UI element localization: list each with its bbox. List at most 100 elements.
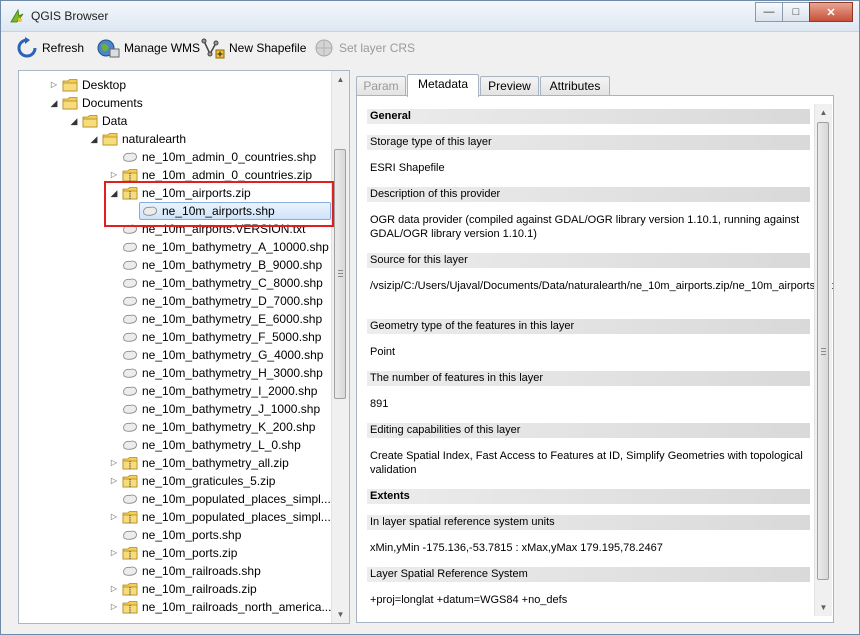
maximize-button[interactable]: □ xyxy=(782,2,810,22)
tree-item[interactable]: ▷ ne_10m_bathymetry_all.zip xyxy=(19,454,331,472)
maximize-icon: □ xyxy=(792,6,800,18)
tree-item[interactable]: ne_10m_bathymetry_J_1000.shp xyxy=(19,400,331,418)
tree-scrollbar[interactable]: ▲ ▼ xyxy=(331,71,349,623)
tree-item[interactable]: ne_10m_bathymetry_G_4000.shp xyxy=(19,346,331,364)
tree-item[interactable]: ne_10m_bathymetry_E_6000.shp xyxy=(19,310,331,328)
title-bar: QGIS Browser — □ ✕ xyxy=(1,1,859,32)
tree-item[interactable]: ◢ Documents xyxy=(19,94,331,112)
expanded-arrow-icon[interactable]: ◢ xyxy=(89,134,99,144)
tree-item[interactable]: ne_10m_bathymetry_I_2000.shp xyxy=(19,382,331,400)
scroll-up-icon[interactable]: ▲ xyxy=(815,104,832,121)
scroll-up-icon[interactable]: ▲ xyxy=(332,71,349,88)
new-shapefile-icon xyxy=(201,38,225,59)
tree-item[interactable]: ne_10m_populated_places_simpl... xyxy=(19,490,331,508)
tab-attributes[interactable]: Attributes xyxy=(540,76,610,96)
metadata-scroll-thumb[interactable] xyxy=(817,122,829,580)
refresh-button[interactable]: Refresh xyxy=(16,37,84,59)
refresh-label: Refresh xyxy=(42,41,85,55)
metadata-field-value: ESRI Shapefile xyxy=(370,162,445,174)
tree-item-label: ne_10m_bathymetry_G_4000.shp xyxy=(142,348,324,362)
tree-item-label: ne_10m_bathymetry_K_200.shp xyxy=(142,420,316,434)
crs-globe-icon xyxy=(315,39,333,57)
tree-item[interactable]: ne_10m_bathymetry_B_9000.shp xyxy=(19,256,331,274)
vector-layer-icon xyxy=(123,314,137,324)
collapsed-arrow-icon[interactable]: ▷ xyxy=(109,458,119,468)
folder-icon xyxy=(62,79,78,92)
tree-item[interactable]: ▷ ne_10m_graticules_5.zip xyxy=(19,472,331,490)
tree-item[interactable]: ne_10m_railroads.shp xyxy=(19,562,331,580)
tree-item[interactable]: ne_10m_bathymetry_D_7000.shp xyxy=(19,292,331,310)
tree-item[interactable]: ▷ ne_10m_ports.zip xyxy=(19,544,331,562)
vector-layer-icon xyxy=(123,260,137,270)
zip-folder-icon xyxy=(122,511,138,524)
vector-layer-icon xyxy=(123,404,137,414)
metadata-field-header: Source for this layer xyxy=(367,253,810,268)
set-layer-crs-button[interactable]: Set layer CRS xyxy=(313,37,415,59)
tab-param[interactable]: Param xyxy=(356,76,406,96)
metadata-panel: General Storage type of this layer ESRI Sh… xyxy=(356,95,834,623)
tree-item[interactable]: ◢ Data xyxy=(19,112,331,130)
expanded-arrow-icon[interactable]: ◢ xyxy=(49,98,59,108)
collapsed-arrow-icon[interactable]: ▷ xyxy=(109,476,119,486)
manage-wms-label: Manage WMS xyxy=(124,41,201,55)
vector-layer-icon xyxy=(123,566,137,576)
tree-item-label: ne_10m_railroads.shp xyxy=(142,564,261,578)
tree-item-label: ne_10m_bathymetry_B_9000.shp xyxy=(142,258,323,272)
tree-item[interactable]: ne_10m_bathymetry_C_8000.shp xyxy=(19,274,331,292)
vector-layer-icon xyxy=(123,386,137,396)
tree-item[interactable]: ▷ ne_10m_railroads.zip xyxy=(19,580,331,598)
tree-item[interactable]: ▷ ne_10m_populated_places_simpl... xyxy=(19,508,331,526)
minimize-button[interactable]: — xyxy=(755,2,783,22)
tree-item-label: ne_10m_ports.shp xyxy=(142,528,242,542)
browser-tree[interactable]: ▷ Desktop ◢ Documents ◢ Data ◢ naturalearth ne_1… xyxy=(18,70,350,624)
tree-item-label: ne_10m_bathymetry_I_2000.shp xyxy=(142,384,318,398)
metadata-scrollbar[interactable]: ▲ ▼ xyxy=(814,104,832,616)
tree-item-label: ne_10m_bathymetry_H_3000.shp xyxy=(142,366,323,380)
collapsed-arrow-icon[interactable]: ▷ xyxy=(109,512,119,522)
tree-item-label: ne_10m_bathymetry_C_8000.shp xyxy=(142,276,323,290)
collapsed-arrow-icon[interactable]: ▷ xyxy=(109,584,119,594)
metadata-field-value: Create Spatial Index, Fast Access to Fea… xyxy=(370,450,803,476)
metadata-field-header: Layer Spatial Reference System xyxy=(367,567,810,582)
tree-item[interactable]: ne_10m_bathymetry_K_200.shp xyxy=(19,418,331,436)
tree-item-label: Desktop xyxy=(82,78,127,92)
tree-item-label: ne_10m_railroads_north_america... xyxy=(142,600,332,614)
zip-folder-icon xyxy=(122,475,138,488)
tree-item[interactable]: ne_10m_bathymetry_A_10000.shp xyxy=(19,238,331,256)
tree-item[interactable]: ◢ naturalearth xyxy=(19,130,331,148)
tree-item-label: ne_10m_admin_0_countries.zip xyxy=(142,168,313,182)
tree-item[interactable]: ne_10m_ports.shp xyxy=(19,526,331,544)
scroll-down-icon[interactable]: ▼ xyxy=(815,599,832,616)
close-button[interactable]: ✕ xyxy=(809,2,853,22)
collapsed-arrow-icon[interactable]: ▷ xyxy=(109,602,119,612)
zip-folder-icon xyxy=(122,457,138,470)
collapsed-arrow-icon[interactable]: ▷ xyxy=(49,80,59,90)
expanded-arrow-icon[interactable]: ◢ xyxy=(69,116,79,126)
tree-item-label: ne_10m_railroads.zip xyxy=(142,582,257,596)
tab-preview[interactable]: Preview xyxy=(480,76,539,96)
vector-layer-icon xyxy=(123,278,137,288)
tree-item[interactable]: ne_10m_admin_0_countries.shp xyxy=(19,148,331,166)
tree-item[interactable]: ▷ Desktop xyxy=(19,76,331,94)
collapsed-arrow-icon[interactable]: ▷ xyxy=(109,548,119,558)
tree-item-label: Documents xyxy=(82,96,143,110)
new-shapefile-button[interactable]: New Shapefile xyxy=(201,37,306,59)
tree-item[interactable]: ne_10m_bathymetry_L_0.shp xyxy=(19,436,331,454)
toolbar: Refresh Manage WMS New Shapefile Set lay… xyxy=(1,32,859,66)
metadata-field-value: 891 xyxy=(370,398,389,410)
scroll-down-icon[interactable]: ▼ xyxy=(332,606,349,623)
metadata-field-value: xMin,yMin -175.136,-53.7815 : xMax,yMax … xyxy=(370,542,663,554)
tree-scroll-thumb[interactable] xyxy=(334,149,346,399)
vector-layer-icon xyxy=(123,350,137,360)
metadata-field-value: OGR data provider (compiled against GDAL… xyxy=(370,214,800,240)
tree-item[interactable]: ne_10m_bathymetry_F_5000.shp xyxy=(19,328,331,346)
tree-item[interactable]: ne_10m_bathymetry_H_3000.shp xyxy=(19,364,331,382)
tree-item[interactable]: ▷ ne_10m_railroads_north_america... xyxy=(19,598,332,616)
tab-metadata[interactable]: Metadata xyxy=(407,74,479,97)
manage-wms-button[interactable]: Manage WMS xyxy=(96,37,200,59)
window-title: QGIS Browser xyxy=(31,9,109,23)
globe-icon xyxy=(97,39,120,58)
metadata-field-header: Editing capabilities of this layer xyxy=(367,423,810,438)
metadata-section-header: Extents xyxy=(367,489,810,504)
collapsed-arrow-icon[interactable]: ▷ xyxy=(109,170,119,180)
